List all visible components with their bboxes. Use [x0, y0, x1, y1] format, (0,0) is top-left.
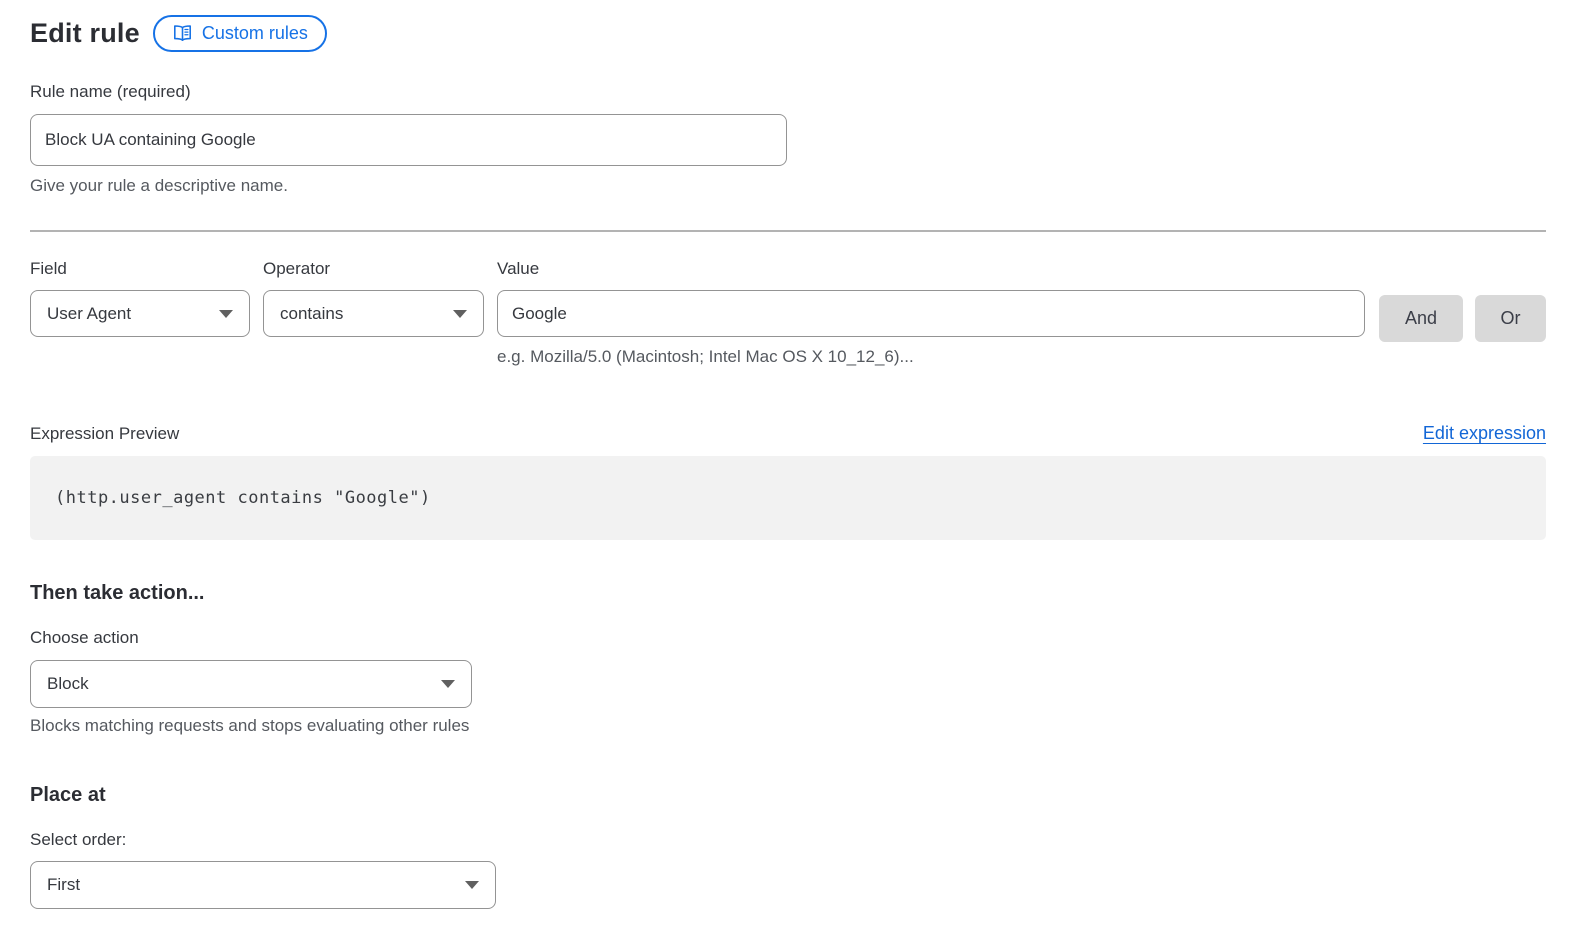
select-order-label: Select order:	[30, 830, 1546, 850]
action-help: Blocks matching requests and stops evalu…	[30, 716, 1546, 736]
operator-column: Operator contains	[263, 259, 484, 337]
rule-name-label: Rule name (required)	[30, 82, 1546, 102]
open-book-icon	[172, 23, 193, 44]
chevron-down-icon	[465, 881, 479, 889]
edit-rule-page: Edit rule Custom rules Rule name (requir…	[0, 0, 1587, 909]
chevron-down-icon	[453, 310, 467, 318]
expression-preview-header: Expression Preview Edit expression	[30, 423, 1546, 444]
field-select-value: User Agent	[47, 304, 131, 324]
order-select-value: First	[47, 875, 80, 895]
value-help: e.g. Mozilla/5.0 (Macintosh; Intel Mac O…	[497, 347, 1365, 367]
section-divider	[30, 230, 1546, 232]
then-take-action-heading: Then take action...	[30, 582, 1546, 605]
custom-rules-button[interactable]: Custom rules	[153, 15, 327, 52]
field-select[interactable]: User Agent	[30, 290, 250, 337]
or-button[interactable]: Or	[1475, 295, 1546, 342]
expression-builder-row: Field User Agent Operator contains Value…	[30, 259, 1546, 367]
edit-expression-link[interactable]: Edit expression	[1423, 423, 1546, 444]
operator-select[interactable]: contains	[263, 290, 484, 337]
page-title: Edit rule	[30, 18, 140, 49]
operator-label: Operator	[263, 259, 484, 279]
order-select[interactable]: First	[30, 861, 496, 909]
chevron-down-icon	[441, 680, 455, 688]
field-column: Field User Agent	[30, 259, 250, 337]
rule-name-input[interactable]	[30, 114, 787, 166]
custom-rules-button-label: Custom rules	[202, 23, 308, 44]
chevron-down-icon	[219, 310, 233, 318]
operator-select-value: contains	[280, 304, 343, 324]
field-label: Field	[30, 259, 250, 279]
action-select-value: Block	[47, 674, 89, 694]
expression-preview-label: Expression Preview	[30, 424, 179, 444]
expression-preview-code: (http.user_agent contains "Google")	[55, 488, 431, 508]
value-label: Value	[497, 259, 1365, 279]
value-column: Value e.g. Mozilla/5.0 (Macintosh; Intel…	[497, 259, 1365, 367]
action-select[interactable]: Block	[30, 660, 472, 708]
choose-action-label: Choose action	[30, 628, 1546, 648]
and-button[interactable]: And	[1379, 295, 1463, 342]
rule-name-help: Give your rule a descriptive name.	[30, 176, 1546, 196]
value-input[interactable]	[497, 290, 1365, 337]
place-at-heading: Place at	[30, 784, 1546, 807]
expression-preview-code-block: (http.user_agent contains "Google")	[30, 456, 1546, 540]
page-header: Edit rule Custom rules	[30, 15, 1546, 52]
